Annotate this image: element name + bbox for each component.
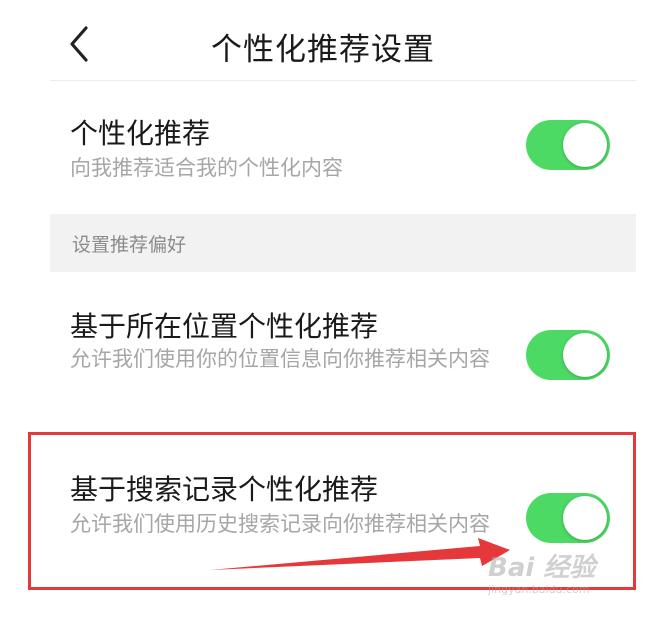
personalized-toggle[interactable] (526, 120, 610, 170)
location-toggle[interactable] (526, 330, 610, 380)
section-header: 设置推荐偏好 (50, 214, 636, 272)
setting-row-location: 基于所在位置个性化推荐 允许我们使用你的位置信息向你推荐相关内容 (50, 295, 636, 420)
setting-description: 向我推荐适合我的个性化内容 (70, 156, 343, 180)
page-title: 个性化推荐设置 (211, 32, 435, 68)
watermark-url: jingyan.baidu.com (488, 583, 590, 596)
setting-description: 允许我们使用你的位置信息向你推荐相关内容 (70, 347, 490, 371)
setting-row-personalized: 个性化推荐 向我推荐适合我的个性化内容 (50, 100, 636, 210)
watermark-logo: Bai 经验 (488, 553, 596, 583)
toggle-knob (563, 123, 607, 167)
watermark: Bai 经验 jingyan.baidu.com (488, 553, 618, 605)
top-bar: 个性化推荐设置 (0, 0, 646, 80)
setting-title: 基于所在位置个性化推荐 (70, 310, 379, 343)
section-label: 设置推荐偏好 (72, 234, 187, 256)
toggle-knob (563, 333, 607, 377)
header-divider (50, 80, 636, 81)
setting-title: 个性化推荐 (70, 117, 211, 150)
